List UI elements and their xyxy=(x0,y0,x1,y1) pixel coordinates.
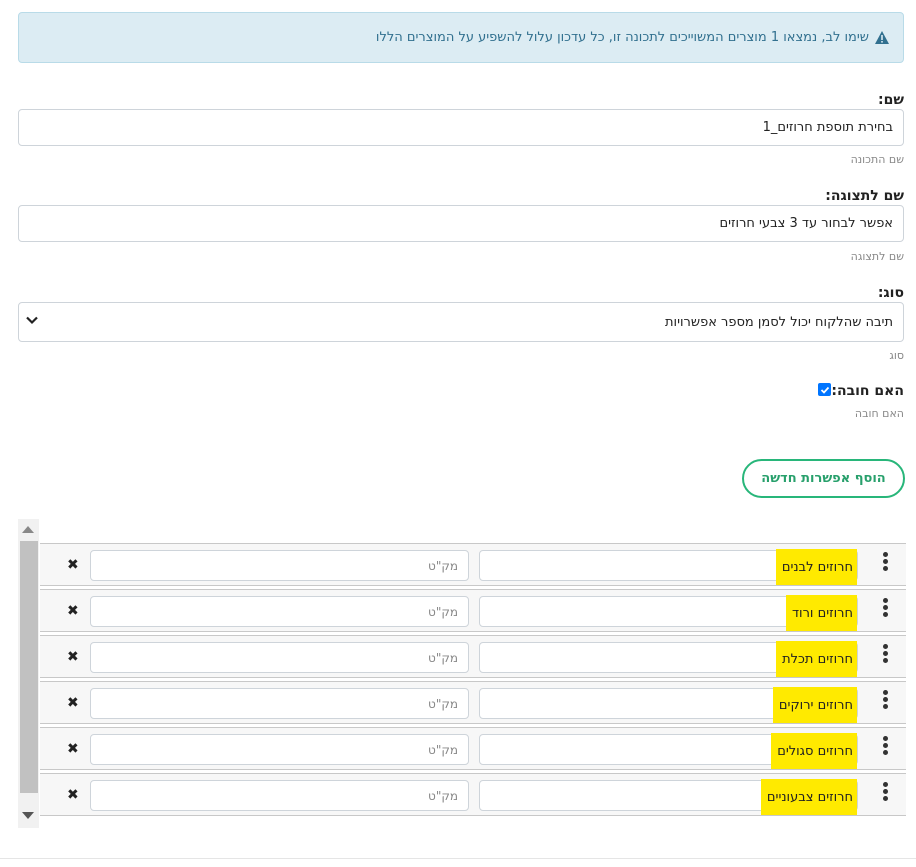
required-help: האם חובה xyxy=(854,407,904,420)
type-select-value: תיבה שהלקוח יכול לסמן מספר אפשרויות xyxy=(665,314,893,330)
option-row: חרוזים צבעוניים מק"ט ✖ xyxy=(40,773,906,816)
drag-handle-icon[interactable] xyxy=(879,734,891,764)
option-row: חרוזים ורוד מק"ט ✖ xyxy=(40,589,906,632)
option-row: חרוזים ירוקים מק"ט ✖ xyxy=(40,681,906,724)
close-icon[interactable]: ✖ xyxy=(67,742,79,756)
warning-icon xyxy=(875,31,889,44)
close-icon[interactable]: ✖ xyxy=(67,788,79,802)
option-sku-input[interactable]: מק"ט xyxy=(90,780,469,811)
drag-handle-icon[interactable] xyxy=(879,688,891,718)
option-row: חרוזים סגולים מק"ט ✖ xyxy=(40,727,906,770)
option-name-input[interactable]: חרוזים לבנים xyxy=(479,549,858,585)
name-input[interactable]: בחירת תוספת חרוזים_1 xyxy=(18,109,904,146)
required-label: האם חובה: xyxy=(831,383,904,399)
drag-handle-icon[interactable] xyxy=(879,642,891,672)
required-checkbox[interactable] xyxy=(818,383,831,396)
add-option-button[interactable]: הוסף אפשרות חדשה xyxy=(742,459,905,498)
display-name-input[interactable]: אפשר לבחור עד 3 צבעי חרוזים xyxy=(18,205,904,242)
option-name-text: חרוזים ורוד xyxy=(785,595,857,631)
close-icon[interactable]: ✖ xyxy=(67,650,79,664)
option-name-text: חרוזים תכלת xyxy=(776,641,857,677)
option-row: חרוזים תכלת מק"ט ✖ xyxy=(40,635,906,678)
option-sku-input[interactable]: מק"ט xyxy=(90,642,469,673)
option-name-input[interactable]: חרוזים ורוד xyxy=(479,595,858,631)
option-sku-input[interactable]: מק"ט xyxy=(90,734,469,765)
option-name-input[interactable]: חרוזים סגולים xyxy=(479,733,858,769)
option-name-text: חרוזים צבעוניים xyxy=(760,779,857,815)
option-name-input[interactable]: חרוזים תכלת xyxy=(479,641,858,677)
scroll-up-arrow[interactable] xyxy=(22,526,34,533)
option-name-text: חרוזים לבנים xyxy=(775,549,857,585)
bottom-divider xyxy=(0,858,916,859)
display-name-help: שם לתצוגה xyxy=(850,250,904,263)
drag-handle-icon[interactable] xyxy=(879,550,891,580)
type-label: סוג: xyxy=(877,285,904,301)
close-icon[interactable]: ✖ xyxy=(67,604,79,618)
option-sku-input[interactable]: מק"ט xyxy=(90,688,469,719)
close-icon[interactable]: ✖ xyxy=(67,558,79,572)
name-help: שם התכונה xyxy=(850,153,904,166)
option-row: חרוזים לבנים מק"ט ✖ xyxy=(40,543,906,586)
option-name-input[interactable]: חרוזים צבעוניים xyxy=(479,779,858,815)
option-sku-input[interactable]: מק"ט xyxy=(90,596,469,627)
option-name-text: חרוזים ירוקים xyxy=(772,687,857,723)
info-alert: שימו לב, נמצאו 1 מוצרים המשוייכים לתכונה… xyxy=(18,12,904,63)
option-sku-input[interactable]: מק"ט xyxy=(90,550,469,581)
type-select[interactable]: תיבה שהלקוח יכול לסמן מספר אפשרויות xyxy=(18,302,904,342)
chevron-down-icon xyxy=(25,313,39,331)
close-icon[interactable]: ✖ xyxy=(67,696,79,710)
option-name-text: חרוזים סגולים xyxy=(771,733,857,769)
scroll-down-arrow[interactable] xyxy=(22,812,34,819)
alert-text: שימו לב, נמצאו 1 מוצרים המשוייכים לתכונה… xyxy=(375,30,869,45)
option-name-input[interactable]: חרוזים ירוקים xyxy=(479,687,858,723)
display-name-label: שם לתצוגה: xyxy=(825,188,904,204)
name-label: שם: xyxy=(878,92,904,108)
drag-handle-icon[interactable] xyxy=(879,780,891,810)
drag-handle-icon[interactable] xyxy=(879,596,891,626)
scrollbar-thumb[interactable] xyxy=(20,541,38,793)
type-help: סוג xyxy=(889,349,904,362)
